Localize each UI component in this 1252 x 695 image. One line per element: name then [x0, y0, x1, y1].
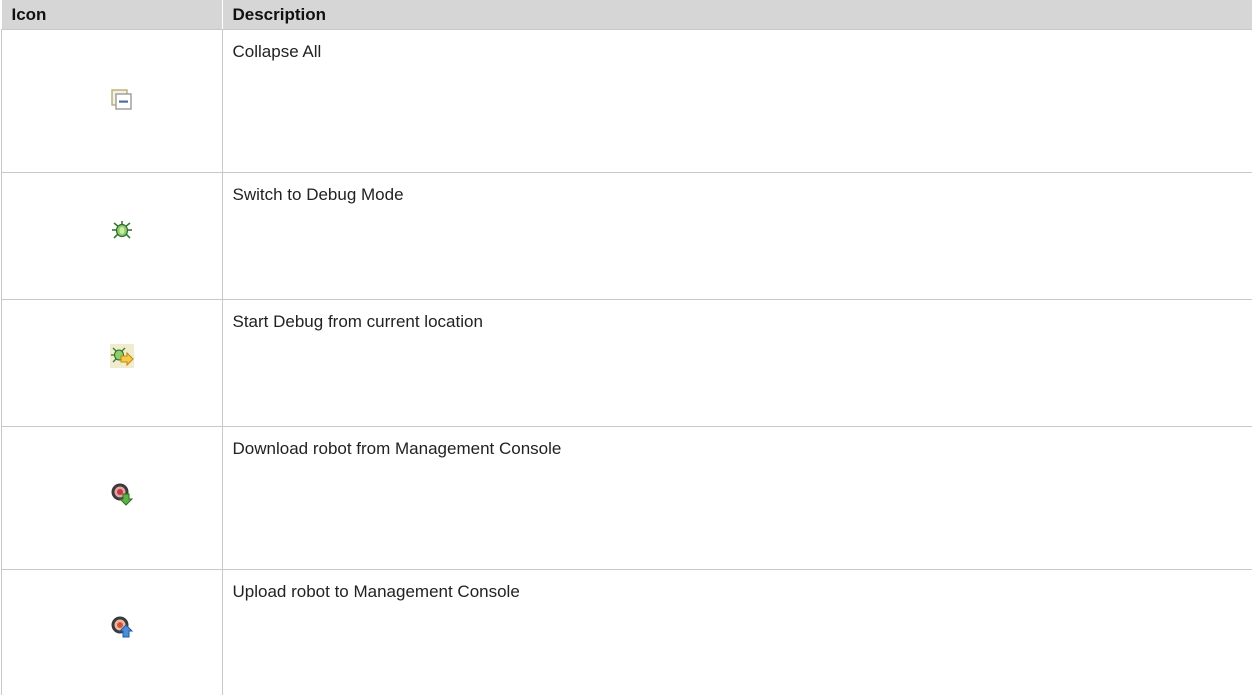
- download-robot-icon: [110, 482, 134, 506]
- description-cell: Download robot from Management Console: [222, 427, 1252, 570]
- table-header-row: Icon Description: [2, 0, 1252, 30]
- icon-cell: [2, 300, 223, 427]
- collapse-all-icon: [110, 88, 134, 112]
- description-cell: Collapse All: [222, 30, 1252, 173]
- description-cell: Upload robot to Management Console: [222, 570, 1252, 695]
- table-row: Start Debug from current location: [2, 300, 1252, 427]
- table-row: Collapse All: [2, 30, 1252, 173]
- table-row: Download robot from Management Console: [2, 427, 1252, 570]
- table-row: Upload robot to Management Console: [2, 570, 1252, 695]
- column-header-icon: Icon: [2, 0, 223, 30]
- icon-description-table: Icon Description Collapse All: [1, 0, 1252, 695]
- debug-bug-icon: [110, 218, 134, 242]
- icon-cell: [2, 570, 223, 695]
- table-body: Collapse All: [2, 30, 1252, 695]
- table-header: Icon Description: [2, 0, 1252, 30]
- table-row: Switch to Debug Mode: [2, 173, 1252, 300]
- icon-cell: [2, 173, 223, 300]
- icon-cell: [2, 427, 223, 570]
- description-cell: Switch to Debug Mode: [222, 173, 1252, 300]
- icon-cell: [2, 30, 223, 173]
- description-cell: Start Debug from current location: [222, 300, 1252, 427]
- column-header-description: Description: [222, 0, 1252, 30]
- debug-from-location-icon: [110, 344, 134, 368]
- upload-robot-icon: [110, 615, 134, 639]
